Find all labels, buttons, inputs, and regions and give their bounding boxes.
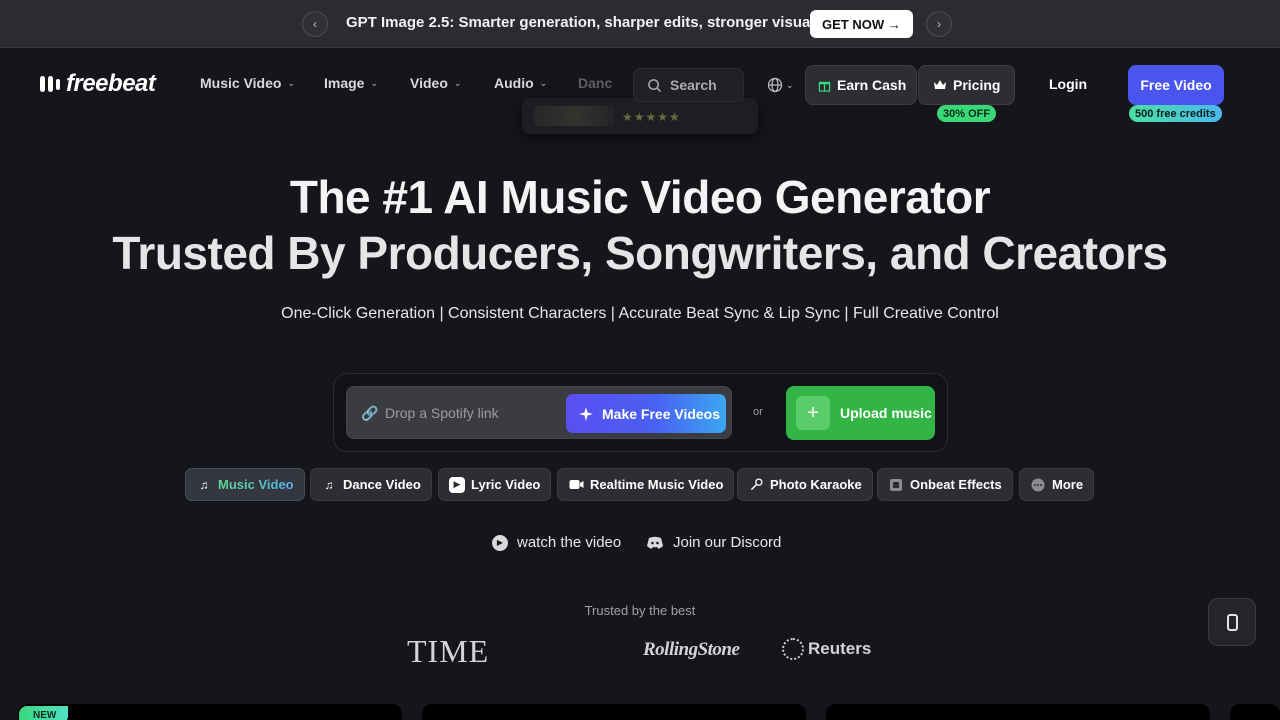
- rolling-stone-logo: RollingStone: [643, 639, 740, 660]
- discount-badge: 30% OFF: [937, 105, 997, 122]
- chevron-right-icon[interactable]: ›: [926, 11, 952, 37]
- search-label: Search: [670, 77, 717, 93]
- earn-cash-button[interactable]: Earn Cash: [805, 65, 918, 105]
- mobile-view-button[interactable]: [1208, 598, 1256, 646]
- make-free-videos-label: Make Free Videos: [602, 405, 721, 422]
- music-note-icon: ♫: [199, 477, 209, 492]
- free-video-button[interactable]: Free Video: [1128, 65, 1224, 105]
- chip-more[interactable]: More: [1019, 468, 1095, 501]
- hero-title-line2: Trusted By Producers, Songwriters, and C…: [112, 227, 1168, 279]
- search-button[interactable]: Search: [633, 68, 744, 102]
- chip-onbeat-effects[interactable]: Onbeat Effects: [877, 468, 1013, 501]
- nav-image[interactable]: Image ⌄: [324, 75, 378, 91]
- nav-label: Image: [324, 75, 365, 91]
- chip-lyric-video[interactable]: ▶ Lyric Video: [438, 468, 552, 501]
- video-card[interactable]: [422, 704, 806, 720]
- phone-icon: [1226, 613, 1238, 631]
- search-icon: [648, 78, 662, 92]
- more-icon: [1030, 477, 1046, 493]
- music-icon: ♫: [324, 477, 334, 492]
- hero-subtitle: One-Click Generation | Consistent Charac…: [281, 305, 999, 322]
- announcement-message: GPT Image 2.5: Smarter generation, sharp…: [346, 14, 827, 31]
- chip-label: Realtime Music Video: [590, 477, 724, 492]
- reuters-logo: Reuters: [782, 638, 871, 660]
- time-logo: TIME: [407, 633, 490, 669]
- nav-label: Music Video: [200, 75, 282, 91]
- announcement-bar: ‹ GPT Image 2.5: Smarter generation, sha…: [0, 0, 1280, 48]
- sparkle-icon: [579, 406, 593, 421]
- logo-text: freebeat: [66, 70, 156, 97]
- pricing-button[interactable]: Pricing: [918, 65, 1016, 105]
- chip-label: More: [1052, 477, 1084, 492]
- spotify-link-input[interactable]: 🔗 Drop a Spotify link Make Free Videos: [346, 386, 732, 439]
- play-icon: ▶: [449, 476, 465, 493]
- make-free-videos-button[interactable]: Make Free Videos: [566, 394, 726, 433]
- plus-icon: +: [796, 396, 830, 430]
- rating-thumbnail: [534, 106, 614, 126]
- logo-mark-icon: [40, 76, 60, 92]
- discord-link[interactable]: Join our Discord: [646, 534, 781, 551]
- chip-label: Onbeat Effects: [910, 477, 1002, 492]
- new-badge: NEW: [19, 706, 69, 720]
- rating-popover: ★★★★★: [522, 98, 758, 134]
- chip-dance-video[interactable]: ♫ Dance Video: [310, 468, 432, 501]
- watch-video-label: watch the video: [517, 534, 622, 551]
- chevron-down-icon: ⌄: [786, 79, 794, 90]
- generator-card: 🔗 Drop a Spotify link Make Free Videos o…: [333, 373, 948, 452]
- chip-label: Photo Karaoke: [770, 477, 862, 492]
- upload-music-label: Upload music: [840, 405, 932, 421]
- nav-dance-truncated[interactable]: Danc: [578, 75, 612, 91]
- reuters-text: Reuters: [808, 639, 872, 658]
- rating-stars: ★★★★★: [622, 110, 681, 124]
- video-card[interactable]: [1230, 704, 1280, 720]
- chevron-down-icon: ⌄: [287, 77, 295, 88]
- upload-music-button[interactable]: + Upload music: [786, 386, 935, 440]
- crown-icon: [934, 80, 946, 89]
- language-selector[interactable]: ⌄: [767, 77, 794, 93]
- video-card[interactable]: [826, 704, 1210, 720]
- login-link[interactable]: Login: [1049, 76, 1087, 92]
- freebeat-logo[interactable]: freebeat: [40, 70, 156, 98]
- chip-realtime-music-video[interactable]: Realtime Music Video: [557, 468, 735, 501]
- nav-audio[interactable]: Audio ⌄: [494, 75, 547, 91]
- pricing-label: Pricing: [953, 77, 1001, 93]
- chip-music-video[interactable]: ♫ Music Video: [185, 468, 305, 501]
- globe-icon: [767, 77, 783, 93]
- main-nav: freebeat Music Video ⌄ Image ⌄ Video ⌄ Audi…: [0, 48, 1280, 134]
- discord-label: Join our Discord: [673, 534, 782, 551]
- chevron-down-icon: ⌄: [453, 77, 462, 88]
- credits-badge: 500 free credits: [1129, 105, 1222, 122]
- video-card[interactable]: [18, 704, 402, 720]
- nav-video[interactable]: Video ⌄: [410, 75, 461, 91]
- reuters-mark-icon: [782, 638, 804, 660]
- chevron-down-icon: ⌄: [370, 77, 379, 88]
- camera-icon: [568, 477, 584, 493]
- get-now-button[interactable]: GET NOW →: [810, 10, 913, 38]
- nav-music-video[interactable]: Music Video ⌄: [200, 75, 295, 91]
- watch-video-link[interactable]: ▶ watch the video: [492, 534, 621, 551]
- link-icon: 🔗: [361, 405, 379, 421]
- spotify-placeholder: Drop a Spotify link: [385, 405, 499, 421]
- hero-title-line1: The #1 AI Music Video Generator: [289, 171, 991, 223]
- gift-icon: [818, 81, 831, 92]
- microphone-icon: [748, 477, 764, 493]
- chip-label: Music Video: [218, 477, 294, 492]
- nav-label: Video: [410, 75, 448, 91]
- trusted-label: Trusted by the best: [584, 603, 696, 618]
- chip-label: Lyric Video: [471, 477, 541, 492]
- earn-cash-label: Earn Cash: [837, 77, 907, 93]
- play-circle-icon: ▶: [492, 534, 508, 551]
- chevron-down-icon: ⌄: [539, 77, 548, 88]
- chevron-left-icon[interactable]: ‹: [302, 11, 328, 37]
- film-icon: [888, 477, 904, 493]
- chip-label: Dance Video: [343, 477, 421, 492]
- or-separator: or: [753, 406, 763, 418]
- chip-photo-karaoke[interactable]: Photo Karaoke: [737, 468, 873, 501]
- discord-icon: [647, 536, 663, 549]
- nav-label: Audio: [494, 75, 534, 91]
